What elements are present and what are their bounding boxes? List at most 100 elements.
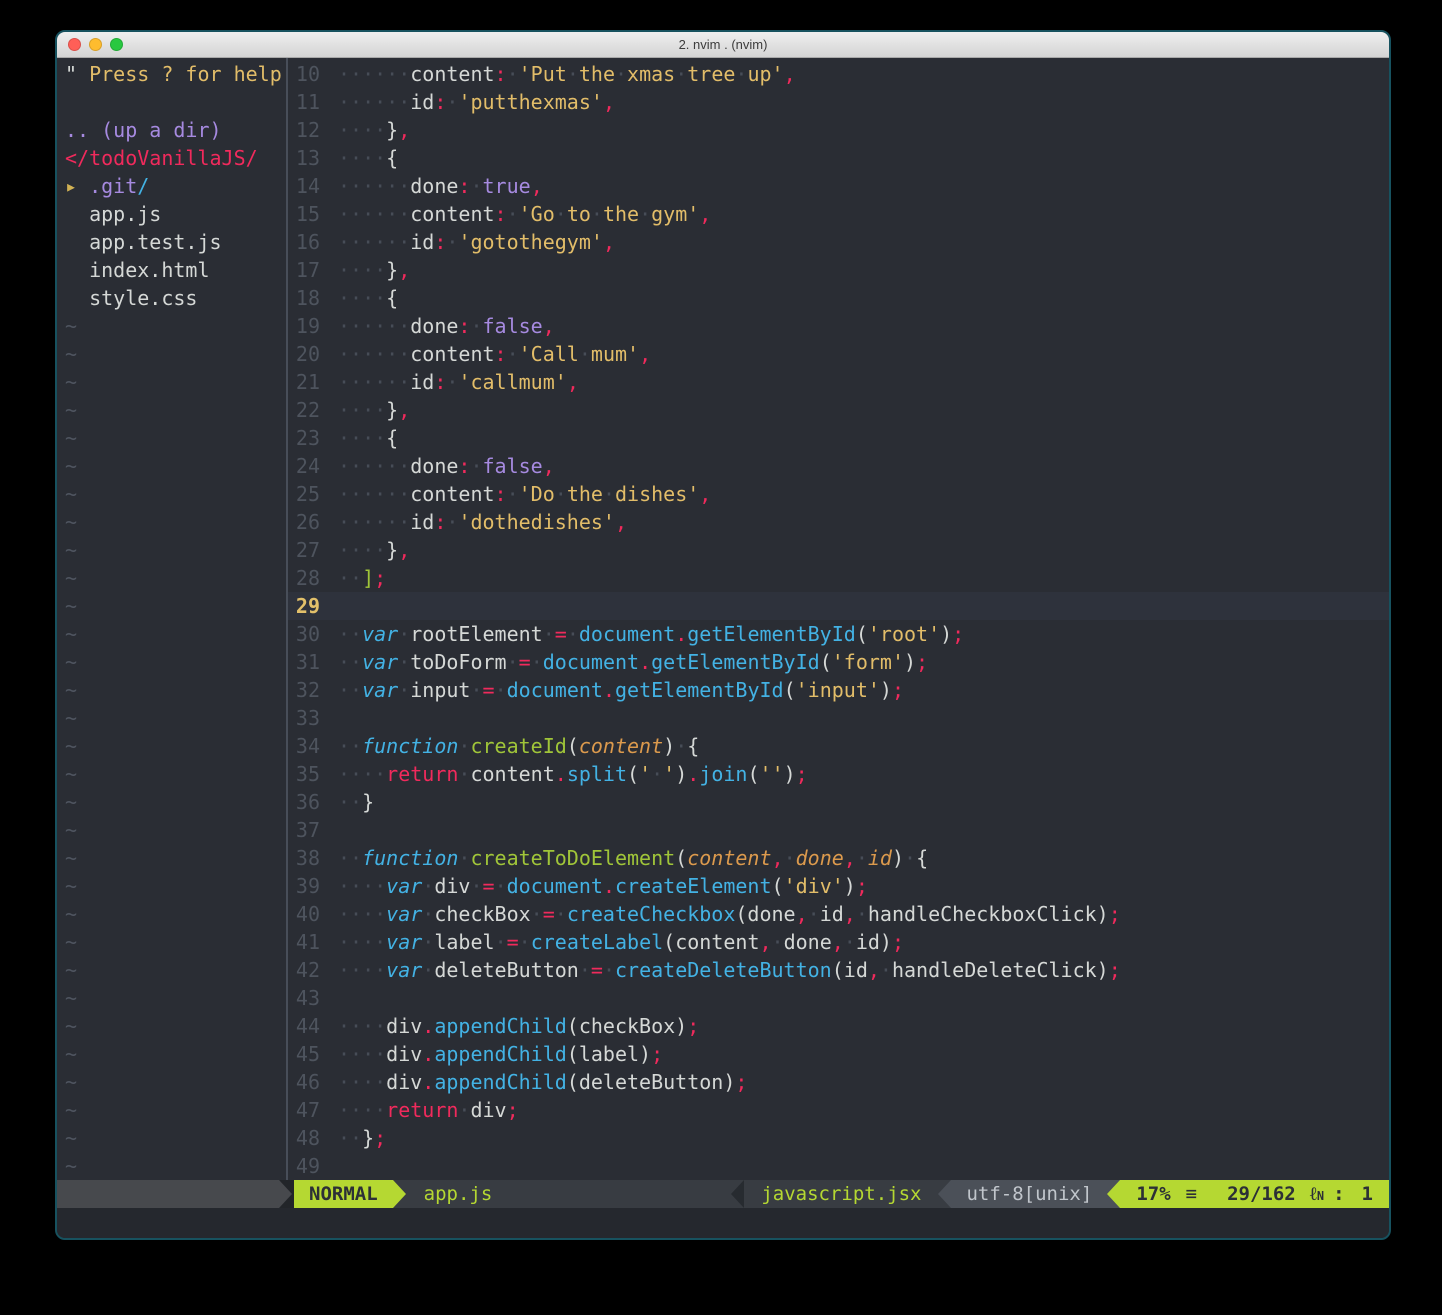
filler-tilde: ~ (57, 620, 286, 648)
code-line[interactable]: 22····}, (288, 396, 1389, 424)
code-line[interactable]: 18····{ (288, 284, 1389, 312)
code-token: , (832, 930, 844, 954)
code-token: 'Call (519, 342, 579, 366)
whitespace-dots: ······ (338, 342, 410, 366)
command-line (57, 1208, 1389, 1238)
code-token: toDoForm (410, 650, 506, 674)
code-token: : (458, 314, 470, 338)
code-token: , (844, 902, 856, 926)
code-text: ······done:·true, (338, 172, 543, 200)
code-line[interactable]: 12····}, (288, 116, 1389, 144)
line-number: 46 (288, 1068, 320, 1096)
code-line[interactable]: 19······done:·false, (288, 312, 1389, 340)
code-line[interactable]: 23····{ (288, 424, 1389, 452)
code-token: return (386, 762, 458, 786)
code-line[interactable]: 10······content:·'Put·the·xmas·tree·up', (288, 60, 1389, 88)
statusline-filename: app.js (406, 1180, 732, 1208)
tree-item-style-css[interactable]: style.css (57, 284, 286, 312)
code-line[interactable]: 21······id:·'callmum', (288, 368, 1389, 396)
filler-tilde: ~ (57, 312, 286, 340)
code-token: ) (880, 678, 892, 702)
code-line[interactable]: 11······id:·'putthexmas', (288, 88, 1389, 116)
code-line[interactable]: 25······content:·'Do·the·dishes', (288, 480, 1389, 508)
code-token: ) (904, 650, 916, 674)
code-line[interactable]: 24······done:·false, (288, 452, 1389, 480)
code-line-cursor[interactable]: 29 (288, 592, 1389, 620)
code-token: ) (940, 622, 952, 646)
code-token: ( (856, 622, 868, 646)
whitespace-dots: ···· (338, 398, 386, 422)
tree-item-index-html[interactable]: index.html (57, 256, 286, 284)
code-text: ······id:·'dothedishes', (338, 508, 627, 536)
filler-tilde: ~ (57, 396, 286, 424)
whitespace-dots: · (458, 734, 470, 758)
tree-item-app-test-js[interactable]: app.test.js (57, 228, 286, 256)
whitespace-dots: ·· (338, 790, 362, 814)
code-line[interactable]: 48··}; (288, 1124, 1389, 1152)
whitespace-dots: · (495, 930, 507, 954)
tree-item-git-dir[interactable]: ▸ .git/ (57, 172, 286, 200)
filler-tilde: ~ (57, 928, 286, 956)
code-token: . (603, 874, 615, 898)
tree-token: index.html (65, 258, 210, 282)
code-token: . (422, 1014, 434, 1038)
code-line[interactable]: 27····}, (288, 536, 1389, 564)
code-line[interactable]: 33 (288, 704, 1389, 732)
line-number: 21 (288, 368, 320, 396)
code-line[interactable]: 38··function·createToDoElement(content,·… (288, 844, 1389, 872)
code-text: ··}; (338, 1124, 386, 1152)
code-line[interactable]: 37 (288, 816, 1389, 844)
code-line[interactable]: 13····{ (288, 144, 1389, 172)
code-line[interactable]: 36··} (288, 788, 1389, 816)
tree-up-dir[interactable]: .. (up a dir) (57, 116, 286, 144)
filler-tilde: ~ (57, 424, 286, 452)
code-line[interactable]: 31··var·toDoForm·=·document.getElementBy… (288, 648, 1389, 676)
code-line[interactable]: 46····div.appendChild(deleteButton); (288, 1068, 1389, 1096)
tree-root[interactable]: </todoVanillaJS/ (57, 144, 286, 172)
whitespace-dots: · (555, 902, 567, 926)
whitespace-dots: · (844, 930, 856, 954)
close-button[interactable] (68, 38, 81, 51)
code-line[interactable]: 16······id:·'gotothegym', (288, 228, 1389, 256)
code-line[interactable]: 47····return·div; (288, 1096, 1389, 1124)
code-token: ( (567, 734, 579, 758)
code-line[interactable]: 15······content:·'Go·to·the·gym', (288, 200, 1389, 228)
window-titlebar[interactable]: 2. nvim . (nvim) (57, 32, 1389, 58)
code-line[interactable]: 39····var·div·=·document.createElement('… (288, 872, 1389, 900)
code-line[interactable]: 42····var·deleteButton·=·createDeleteBut… (288, 956, 1389, 984)
code-token: appendChild (434, 1014, 566, 1038)
whitespace-dots: · (651, 762, 663, 786)
code-line[interactable]: 44····div.appendChild(checkBox); (288, 1012, 1389, 1040)
code-line[interactable]: 32··var·input·=·document.getElementById(… (288, 676, 1389, 704)
code-token: . (687, 762, 699, 786)
code-text: ····var·div·=·document.createElement('di… (338, 872, 868, 900)
powerline-arrow-right-icon (393, 1180, 406, 1208)
zoom-button[interactable] (110, 38, 123, 51)
code-line[interactable]: 40····var·checkBox·=·createCheckbox(done… (288, 900, 1389, 928)
code-line[interactable]: 28··]; (288, 564, 1389, 592)
code-line[interactable]: 26······id:·'dothedishes', (288, 508, 1389, 536)
code-token: var (362, 650, 398, 674)
code-text: ··var·rootElement·=·document.getElementB… (338, 620, 964, 648)
code-line[interactable]: 41····var·label·=·createLabel(content,·d… (288, 928, 1389, 956)
minimize-button[interactable] (89, 38, 102, 51)
editor-pane[interactable]: 10······content:·'Put·the·xmas·tree·up',… (288, 58, 1389, 1180)
tree-item-app-js[interactable]: app.js (57, 200, 286, 228)
code-line[interactable]: 17····}, (288, 256, 1389, 284)
code-line[interactable]: 30 ··var·rootElement·=·document.getElemen… (288, 620, 1389, 648)
code-text: ····div.appendChild(label); (338, 1040, 663, 1068)
code-token: } (386, 398, 398, 422)
filler-tilde: ~ (57, 648, 286, 676)
code-line[interactable]: 49 (288, 1152, 1389, 1180)
code-line[interactable]: 14······done:·true, (288, 172, 1389, 200)
code-line[interactable]: 45····div.appendChild(label); (288, 1040, 1389, 1068)
line-number: 30 (288, 620, 320, 648)
code-line[interactable]: 35····return·content.split('·').join('')… (288, 760, 1389, 788)
whitespace-dots: · (470, 874, 482, 898)
code-line[interactable]: 20······content:·'Call·mum', (288, 340, 1389, 368)
code-line[interactable]: 43 (288, 984, 1389, 1012)
code-token: , (398, 258, 410, 282)
code-line[interactable]: 34··function·createId(content)·{ (288, 732, 1389, 760)
code-token: id (410, 90, 434, 114)
code-text: ······id:·'gotothegym', (338, 228, 615, 256)
